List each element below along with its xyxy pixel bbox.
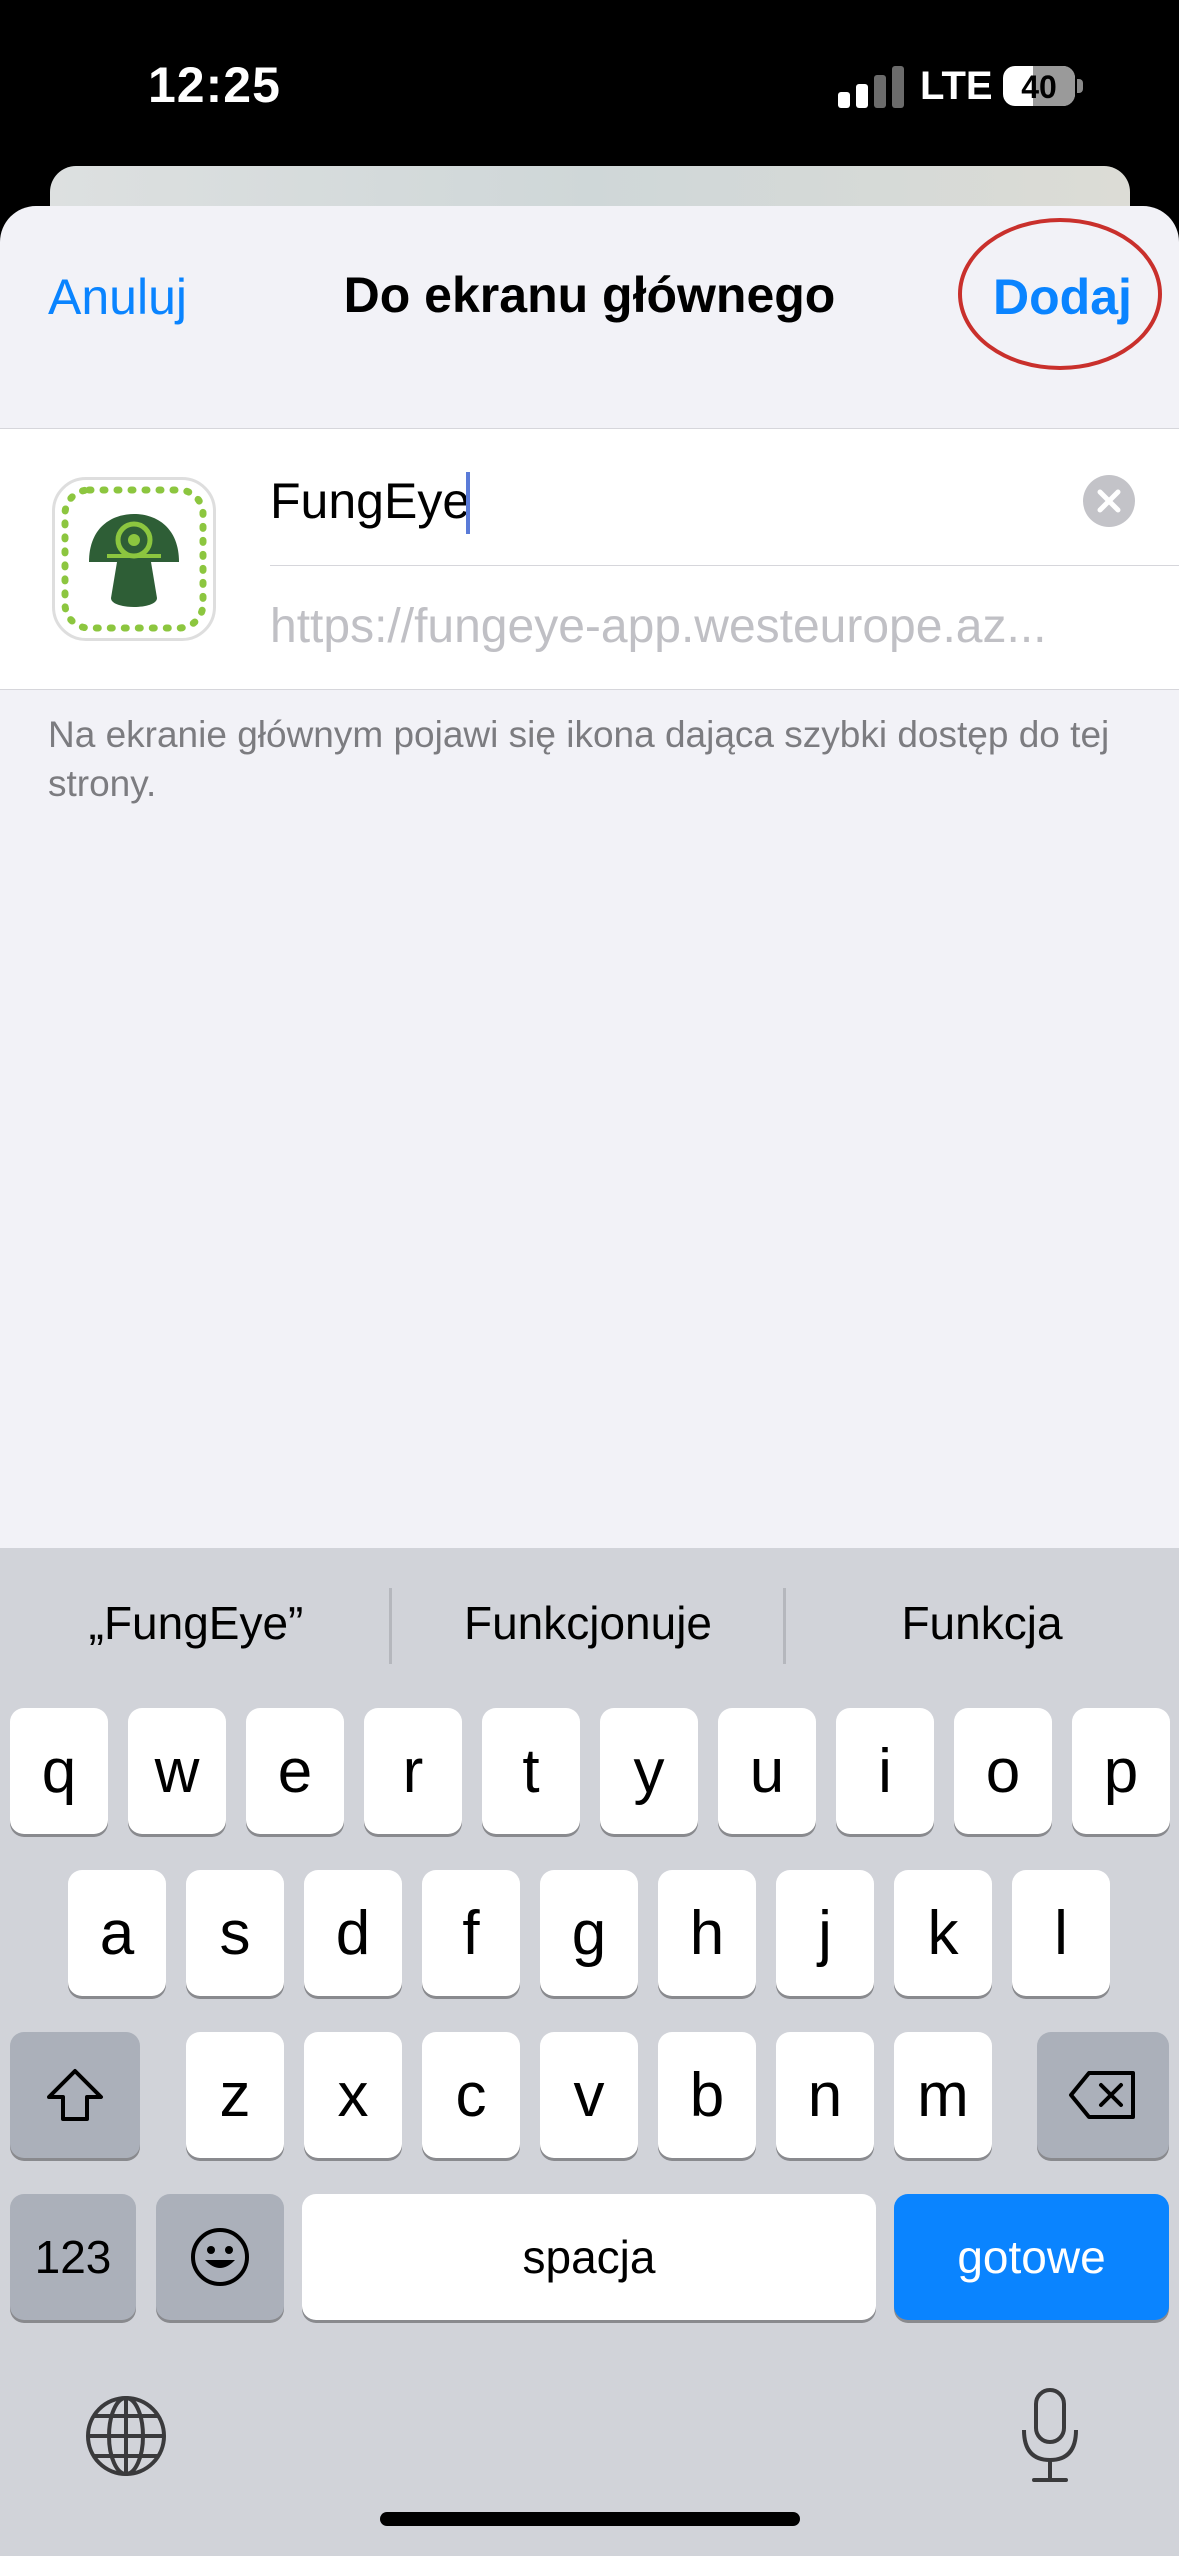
mushroom-icon (61, 486, 207, 632)
key-q[interactable]: q (10, 1708, 108, 1834)
battery-nub (1077, 79, 1083, 93)
key-w[interactable]: w (128, 1708, 226, 1834)
network-label: LTE (920, 64, 993, 108)
suggestion-1[interactable]: „FungEye” (0, 1596, 392, 1650)
globe-icon (86, 2396, 166, 2476)
key-s[interactable]: s (186, 1870, 284, 1996)
keyboard: „FungEye” Funkcjonuje Funkcja qwertyuiop… (0, 1548, 1179, 2556)
key-u[interactable]: u (718, 1708, 816, 1834)
shortcut-card: https://fungeye-app.westeurope.az... (0, 428, 1179, 690)
numbers-key[interactable]: 123 (10, 2194, 136, 2320)
key-e[interactable]: e (246, 1708, 344, 1834)
key-f[interactable]: f (422, 1870, 520, 1996)
key-j[interactable]: j (776, 1870, 874, 1996)
key-z[interactable]: z (186, 2032, 284, 2158)
info-text: Na ekranie głównym pojawi się ikona dają… (48, 714, 1110, 804)
clear-icon (1097, 489, 1121, 513)
shortcut-url: https://fungeye-app.westeurope.az... (270, 600, 1047, 653)
battery-icon: 40 (1003, 66, 1075, 106)
key-r[interactable]: r (364, 1708, 462, 1834)
key-y[interactable]: y (600, 1708, 698, 1834)
microphone-icon (1022, 2388, 1078, 2482)
status-bar: 12:25 LTE 40 (0, 0, 1179, 170)
signal-icon (838, 66, 904, 108)
delete-icon (1069, 2071, 1135, 2119)
key-n[interactable]: n (776, 2032, 874, 2158)
key-a[interactable]: a (68, 1870, 166, 1996)
dictation-key[interactable] (1018, 2386, 1082, 2486)
clear-text-button[interactable] (1083, 475, 1135, 527)
field-divider (270, 565, 1179, 566)
key-h[interactable]: h (658, 1870, 756, 1996)
key-v[interactable]: v (540, 2032, 638, 2158)
suggestion-bar: „FungEye” Funkcjonuje Funkcja (0, 1548, 1179, 1702)
key-t[interactable]: t (482, 1708, 580, 1834)
shift-key[interactable] (10, 2032, 140, 2158)
key-b[interactable]: b (658, 2032, 756, 2158)
key-o[interactable]: o (954, 1708, 1052, 1834)
status-time: 12:25 (148, 57, 281, 113)
key-m[interactable]: m (894, 2032, 992, 2158)
shift-icon (47, 2069, 103, 2121)
key-c[interactable]: c (422, 2032, 520, 2158)
suggestion-2[interactable]: Funkcjonuje (392, 1596, 784, 1650)
suggestion-3[interactable]: Funkcja (786, 1596, 1178, 1650)
space-key[interactable]: spacja (302, 2194, 876, 2320)
done-key[interactable]: gotowe (894, 2194, 1169, 2320)
shortcut-name-input[interactable] (270, 465, 1070, 537)
globe-key[interactable] (84, 2394, 168, 2478)
key-p[interactable]: p (1072, 1708, 1170, 1834)
battery-level: 40 (1021, 69, 1057, 105)
key-i[interactable]: i (836, 1708, 934, 1834)
app-icon (52, 477, 216, 641)
home-indicator (380, 2512, 800, 2526)
emoji-key[interactable] (156, 2194, 284, 2320)
emoji-icon (191, 2228, 249, 2286)
key-k[interactable]: k (894, 1870, 992, 1996)
key-l[interactable]: l (1012, 1870, 1110, 1996)
key-d[interactable]: d (304, 1870, 402, 1996)
key-g[interactable]: g (540, 1870, 638, 1996)
delete-key[interactable] (1037, 2032, 1169, 2158)
annotation-circle (958, 218, 1162, 370)
key-x[interactable]: x (304, 2032, 402, 2158)
text-cursor (466, 472, 470, 534)
